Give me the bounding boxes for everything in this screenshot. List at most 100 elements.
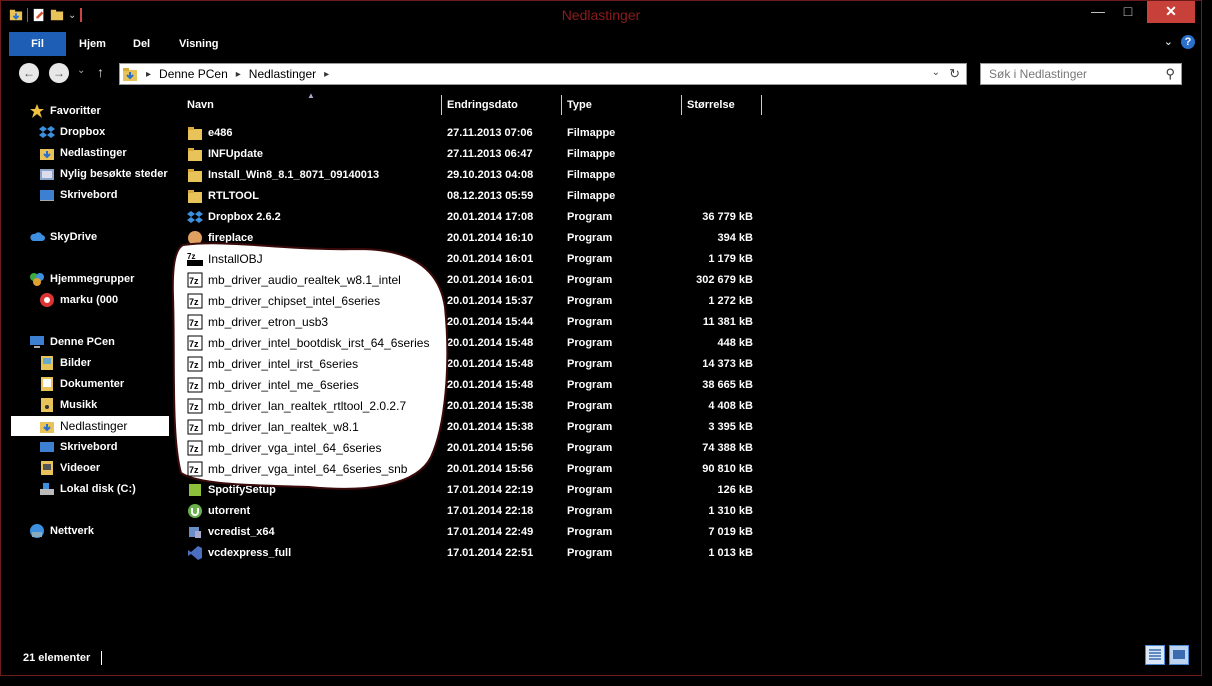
up-button[interactable]: ↑ xyxy=(97,64,104,80)
column-header-size[interactable]: Størrelse xyxy=(687,99,735,111)
folder-icon xyxy=(188,148,202,161)
sidebar-item-nedlastinger-selected[interactable]: Nedlastinger xyxy=(11,416,169,436)
column-divider[interactable] xyxy=(761,95,762,115)
7z-icon: 7z xyxy=(187,419,203,435)
close-button[interactable]: ✕ xyxy=(1147,1,1195,23)
sidebar-item-skrivebord-pc[interactable]: Skrivebord xyxy=(39,437,117,457)
maximize-button[interactable]: □ xyxy=(1113,1,1143,23)
column-divider[interactable] xyxy=(681,95,682,115)
column-header-type[interactable]: Type xyxy=(567,99,592,111)
breadcrumb-nedlastinger[interactable]: Nedlastinger xyxy=(249,67,316,81)
7z-icon: 7z xyxy=(187,335,203,351)
large-icons-view-icon xyxy=(1173,650,1185,659)
disk-icon xyxy=(40,483,54,495)
documents-folder-icon xyxy=(41,377,53,391)
file-row[interactable]: vcdexpress_full 17.01.2014 22:51 Program 1 … xyxy=(173,543,773,564)
sidebar-item-marku[interactable]: marku (000 xyxy=(39,290,118,310)
navigation-pane: Favoritter Dropbox Nedlastinger Nylig be… xyxy=(11,97,169,647)
svg-text:7z: 7z xyxy=(189,423,199,433)
column-divider[interactable] xyxy=(441,95,442,115)
homegroup-icon xyxy=(30,273,44,286)
sidebar-item-nedlastinger[interactable]: Nedlastinger xyxy=(39,143,127,163)
svg-text:7z: 7z xyxy=(189,339,199,349)
folder-icon xyxy=(188,190,202,203)
7z-icon: 7z xyxy=(187,398,203,414)
title-bar: ⌄ Nedlastinger — □ ✕ xyxy=(1,1,1201,31)
sidebar-item-bilder[interactable]: Bilder xyxy=(39,353,91,373)
navigation-bar: ← → ⌄ ↑ ▸ Denne PCen ▸ Nedlastinger ▸ ⌄ … xyxy=(9,60,1195,88)
tab-hjem[interactable]: Hjem xyxy=(79,32,106,56)
sidebar-item-musikk[interactable]: Musikk xyxy=(39,395,97,415)
file-row[interactable]: RTLTOOL 08.12.2013 05:59 Filmappe xyxy=(173,186,773,207)
tab-del[interactable]: Del xyxy=(133,32,150,56)
ribbon-expand-icon[interactable]: ⌄ xyxy=(1164,35,1173,49)
sidebar-item-skrivebord[interactable]: Skrivebord xyxy=(39,185,117,205)
status-divider xyxy=(101,651,102,665)
column-header-date[interactable]: Endringsdato xyxy=(447,99,518,111)
sidebar-item-favoritter[interactable]: Favoritter xyxy=(29,101,101,121)
file-row[interactable]: utorrent 17.01.2014 22:18 Program 1 310 kB xyxy=(173,501,773,522)
address-dropdown-icon[interactable]: ⌄ xyxy=(932,67,940,78)
7z-icon: 7z xyxy=(187,461,203,477)
sidebar-item-videoer[interactable]: Videoer xyxy=(39,458,100,478)
forward-button[interactable]: → xyxy=(49,63,69,83)
highlighted-files: 7z InstallOBJ 7z mb_driver_audio_realtek… xyxy=(187,252,430,477)
7z-icon: 7z xyxy=(187,356,203,372)
search-icon[interactable]: ⚲ xyxy=(1165,66,1175,82)
minimize-button[interactable]: — xyxy=(1083,1,1113,23)
visualstudio-icon xyxy=(188,546,202,560)
sidebar-item-skydrive[interactable]: SkyDrive xyxy=(29,227,97,247)
user-icon xyxy=(40,293,54,307)
folder-icon xyxy=(188,127,202,140)
back-button[interactable]: ← xyxy=(19,63,39,83)
column-divider[interactable] xyxy=(561,95,562,115)
help-button[interactable]: ? xyxy=(1181,35,1195,49)
column-header-name[interactable]: Navn xyxy=(187,99,214,111)
sidebar-item-nettverk[interactable]: Nettverk xyxy=(29,521,94,541)
file-row[interactable]: e486 27.11.2013 07:06 Filmappe xyxy=(173,123,773,144)
sidebar-item-lokal-disk[interactable]: Lokal disk (C:) xyxy=(39,479,136,499)
7z-icon: 7z xyxy=(187,440,203,456)
sidebar-item-nylig-besokte[interactable]: Nylig besøkte steder xyxy=(39,164,168,184)
svg-text:7z: 7z xyxy=(189,276,199,286)
refresh-icon[interactable]: ↻ xyxy=(949,66,960,82)
sidebar-item-hjemmegrupper[interactable]: Hjemmegrupper xyxy=(29,269,134,289)
sfx-icon: 7z xyxy=(187,252,203,266)
chevron-right-icon[interactable]: ▸ xyxy=(324,69,329,80)
videos-folder-icon xyxy=(41,461,53,475)
network-icon xyxy=(30,524,44,538)
file-row[interactable]: Dropbox 2.6.2 20.01.2014 17:08 Program 36 7… xyxy=(173,207,773,228)
utorrent-icon xyxy=(188,504,202,518)
details-view-icon xyxy=(1149,649,1161,660)
downloads-folder-icon xyxy=(40,422,54,433)
search-input[interactable]: Søk i Nedlastinger ⚲ xyxy=(980,63,1182,85)
cloud-icon xyxy=(30,232,45,241)
svg-text:7z: 7z xyxy=(189,381,199,391)
chevron-right-icon[interactable]: ▸ xyxy=(146,69,151,80)
sidebar-item-dokumenter[interactable]: Dokumenter xyxy=(39,374,124,394)
file-row[interactable]: Install_Win8_8.1_8071_09140013 29.10.2013… xyxy=(173,165,773,186)
svg-text:7z: 7z xyxy=(189,465,199,475)
7z-icon: 7z xyxy=(187,377,203,393)
ribbon-tabs: Fil Hjem Del Visning ⌄ ? xyxy=(9,32,1195,56)
large-icons-view-button[interactable] xyxy=(1169,645,1189,665)
file-row[interactable]: INFUpdate 27.11.2013 06:47 Filmappe xyxy=(173,144,773,165)
music-folder-icon xyxy=(41,398,53,412)
recent-locations-dropdown[interactable]: ⌄ xyxy=(77,65,85,76)
tab-visning[interactable]: Visning xyxy=(179,32,219,56)
installer-icon xyxy=(189,527,201,538)
svg-text:7z: 7z xyxy=(189,360,199,370)
explorer-window: ⌄ Nedlastinger — □ ✕ Fil Hjem Del Visnin… xyxy=(0,0,1202,676)
chevron-right-icon[interactable]: ▸ xyxy=(236,69,241,80)
details-view-button[interactable] xyxy=(1145,645,1165,665)
tab-fil[interactable]: Fil xyxy=(9,32,66,56)
file-row[interactable]: vcredist_x64 17.01.2014 22:49 Program 7 019… xyxy=(173,522,773,543)
svg-text:7z: 7z xyxy=(189,402,199,412)
7z-icon: 7z xyxy=(187,272,203,288)
breadcrumb-denne-pcen[interactable]: Denne PCen xyxy=(159,67,228,81)
desktop-icon xyxy=(40,442,54,452)
sidebar-item-dropbox[interactable]: Dropbox xyxy=(39,122,105,142)
address-bar[interactable]: ▸ Denne PCen ▸ Nedlastinger ▸ ⌄ ↻ xyxy=(119,63,967,85)
sidebar-item-denne-pcen[interactable]: Denne PCen xyxy=(29,332,115,352)
downloads-folder-icon xyxy=(40,149,54,160)
